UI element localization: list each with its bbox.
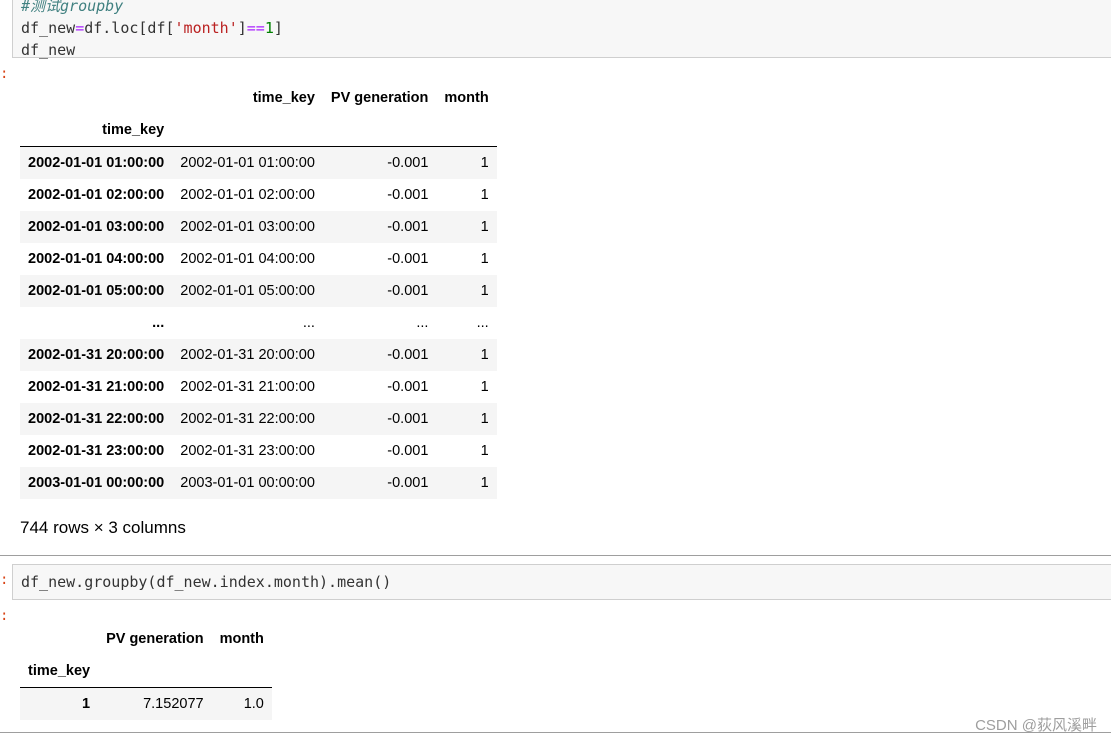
- code-line-1: df_new=df.loc[df['month']==1]: [21, 19, 283, 37]
- table-cell: 1: [480, 155, 489, 171]
- table-cell: 2003-01-01 00:00:00: [180, 475, 315, 491]
- table-cell: 2002-01-31 21:00:00: [180, 379, 315, 395]
- blank-header: [20, 82, 172, 114]
- table-cell: -0.001: [387, 155, 429, 171]
- column-header: month: [219, 631, 264, 647]
- index-header-row: time_key: [20, 114, 497, 147]
- column-header: time_key: [252, 90, 315, 106]
- row-index: 2002-01-01 03:00:00: [28, 219, 165, 235]
- table-cell: 1: [480, 187, 489, 203]
- table-cell: 1: [480, 219, 489, 235]
- row-index: 2002-01-01 05:00:00: [28, 283, 165, 299]
- dataframe-output-2: PV generation month time_key 1 7.152077 1.…: [20, 623, 272, 720]
- code-comment: #测试groupby: [21, 0, 124, 15]
- table-row: 2002-01-31 22:00:00 2002-01-31 22:00:00 -0…: [20, 403, 497, 435]
- table-cell: 1: [480, 443, 489, 459]
- code-cell-1[interactable]: #测试groupby df_new=df.loc[df['month']==1]…: [12, 0, 1111, 59]
- row-index: 2002-01-01 01:00:00: [28, 155, 165, 171]
- output-prompt-2: :: [0, 608, 9, 624]
- row-index: 2002-01-31 23:00:00: [28, 443, 165, 459]
- table-row: ............: [20, 307, 497, 339]
- table-cell: 7.152077: [143, 696, 204, 712]
- table-cell: 2002-01-01 04:00:00: [180, 251, 315, 267]
- index-name: time_key: [20, 655, 99, 688]
- table-cell: -0.001: [387, 443, 429, 459]
- table-cell: 1: [480, 475, 489, 491]
- column-header: PV generation: [106, 631, 204, 647]
- row-index: 2002-01-01 02:00:00: [28, 187, 165, 203]
- column-header-row: PV generation month: [20, 623, 272, 655]
- table-body: 1 7.152077 1.0: [20, 687, 272, 720]
- output-prompt-1: :: [0, 66, 9, 82]
- table-cell: 1.0: [243, 696, 264, 712]
- row-index: ...: [152, 315, 165, 331]
- table-cell: 2002-01-01 02:00:00: [180, 187, 315, 203]
- table-cell: ...: [416, 315, 429, 331]
- table-cell: ...: [476, 315, 489, 331]
- table-cell: -0.001: [387, 187, 429, 203]
- row-index: 2002-01-31 21:00:00: [28, 379, 165, 395]
- table-row: 2002-01-31 23:00:00 2002-01-31 23:00:00 -0…: [20, 435, 497, 467]
- code-cell-2[interactable]: df_new.groupby(df_new.index.month).mean(…: [12, 564, 1111, 600]
- table-cell: 1: [480, 283, 489, 299]
- table-cell: -0.001: [387, 251, 429, 267]
- table-cell: 1: [480, 347, 489, 363]
- table-cell: 2002-01-31 23:00:00: [180, 443, 315, 459]
- row-index: 2002-01-01 04:00:00: [28, 251, 165, 267]
- table-cell: -0.001: [387, 411, 429, 427]
- column-header: month: [444, 90, 489, 106]
- table-cell: -0.001: [387, 475, 429, 491]
- table-cell: 2002-01-01 05:00:00: [180, 283, 315, 299]
- table-cell: 1: [480, 251, 489, 267]
- table-row: 2002-01-31 21:00:00 2002-01-31 21:00:00 -0…: [20, 371, 497, 403]
- table-row: 2002-01-01 01:00:00 2002-01-01 01:00:00 -0…: [20, 146, 497, 179]
- table-cell: ...: [302, 315, 315, 331]
- table-cell: 2002-01-01 01:00:00: [180, 155, 315, 171]
- row-index: 1: [82, 696, 91, 712]
- column-header-row: time_key PV generation month: [20, 82, 497, 114]
- table-cell: 1: [480, 411, 489, 427]
- table-cell: -0.001: [387, 219, 429, 235]
- watermark: CSDN @荻风溪畔: [975, 717, 1097, 734]
- table-row: 2002-01-01 02:00:00 2002-01-01 02:00:00 -0…: [20, 179, 497, 211]
- code-line-groupby: df_new.groupby(df_new.index.month).mean(…: [21, 573, 392, 591]
- table-cell: 2002-01-01 03:00:00: [180, 219, 315, 235]
- row-index: 2002-01-31 22:00:00: [28, 411, 165, 427]
- table-row: 2002-01-01 03:00:00 2002-01-01 03:00:00 -0…: [20, 211, 497, 243]
- table-row: 2002-01-01 04:00:00 2002-01-01 04:00:00 -0…: [20, 243, 497, 275]
- table-cell: -0.001: [387, 283, 429, 299]
- table-body: 2002-01-01 01:00:00 2002-01-01 01:00:00 -0…: [20, 146, 497, 499]
- row-index: 2002-01-31 20:00:00: [28, 347, 165, 363]
- row-index: 2003-01-01 00:00:00: [28, 475, 165, 491]
- cell-divider: [0, 555, 1111, 556]
- code-line-2: df_new: [21, 41, 76, 59]
- shape-summary: 744 rows × 3 columns: [20, 518, 186, 537]
- table-row: 2002-01-31 20:00:00 2002-01-31 20:00:00 -0…: [20, 339, 497, 371]
- table-row: 2002-01-01 05:00:00 2002-01-01 05:00:00 -0…: [20, 275, 497, 307]
- table-cell: 2002-01-31 22:00:00: [180, 411, 315, 427]
- column-header: PV generation: [330, 90, 429, 106]
- input-prompt-2: :: [0, 572, 9, 588]
- index-header-row: time_key: [20, 655, 272, 688]
- table-cell: -0.001: [387, 379, 429, 395]
- dataframe-output-1: time_key PV generation month time_key 20…: [20, 82, 497, 499]
- index-name: time_key: [20, 114, 173, 147]
- table-row: 2003-01-01 00:00:00 2003-01-01 00:00:00 -0…: [20, 467, 497, 499]
- table-cell: 2002-01-31 20:00:00: [180, 347, 315, 363]
- table-row: 1 7.152077 1.0: [20, 687, 272, 720]
- table-cell: 1: [480, 379, 489, 395]
- table-cell: -0.001: [387, 347, 429, 363]
- cell-divider: [0, 732, 1111, 733]
